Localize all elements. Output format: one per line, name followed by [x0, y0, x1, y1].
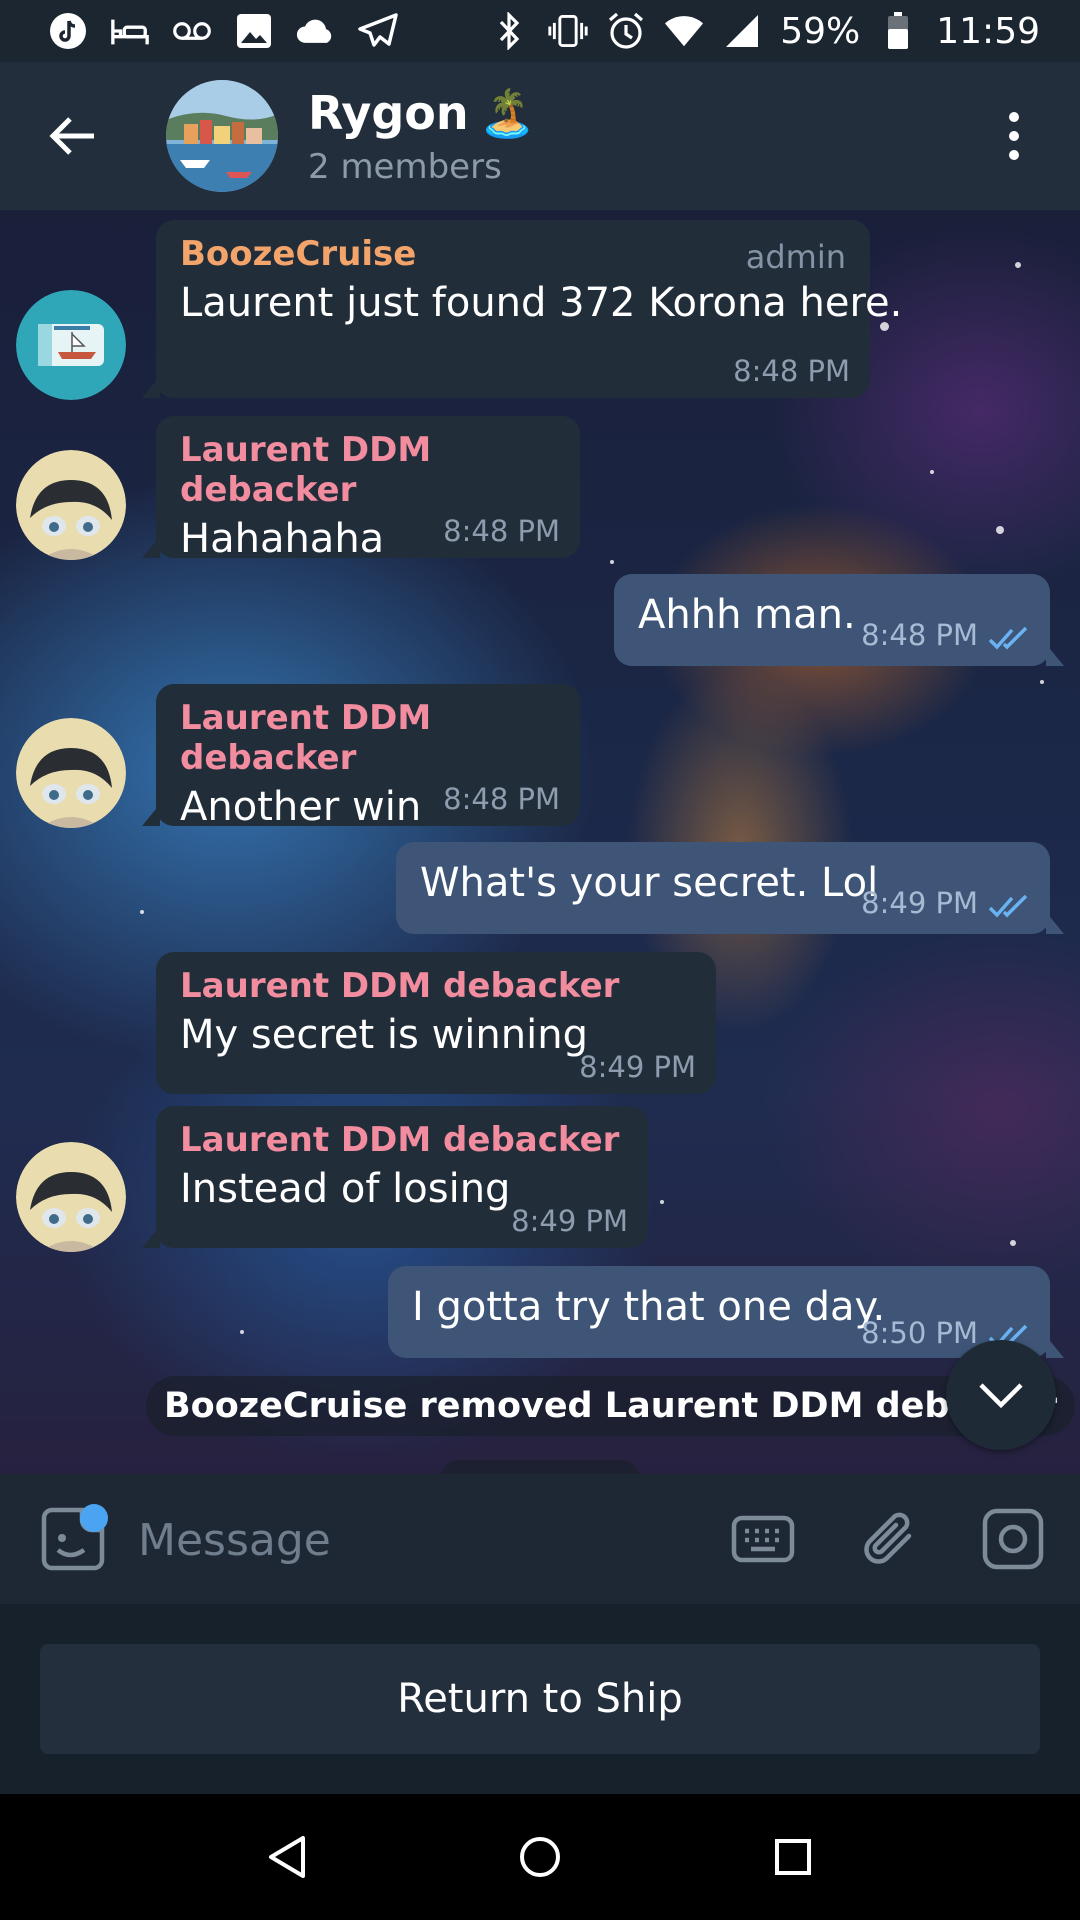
notification-icons — [48, 11, 398, 51]
bottom-action-area: Return to Ship — [0, 1604, 1080, 1794]
sender-name[interactable]: Laurent DDM debacker — [180, 966, 692, 1006]
message-time: 8:49 PM — [579, 1050, 696, 1084]
attach-button[interactable] — [858, 1506, 924, 1572]
boozecruise-avatar[interactable] — [16, 290, 126, 400]
message-bubble-5[interactable]: What's your secret. Lol 8:49 PM — [396, 842, 1064, 934]
sender-name[interactable]: Laurent DDM debacker — [180, 1120, 624, 1160]
group-avatar[interactable] — [166, 80, 278, 192]
more-options-button[interactable] — [984, 100, 1044, 172]
bluetooth-icon — [490, 11, 530, 51]
voicemail-icon — [172, 11, 212, 51]
date-pill-partial — [440, 1460, 640, 1474]
double-check-icon — [988, 626, 1028, 650]
nav-recents-button[interactable] — [753, 1817, 833, 1897]
message-bubble-6[interactable]: Laurent DDM debacker My secret is winnin… — [156, 952, 716, 1094]
keyboard-button[interactable] — [730, 1506, 796, 1572]
chevron-down-icon — [979, 1383, 1023, 1409]
chat-title-text: Rygon — [308, 86, 469, 140]
signal-icon — [722, 11, 762, 51]
bed-icon — [110, 11, 150, 51]
scroll-down-button[interactable] — [946, 1340, 1056, 1450]
circle-home-icon — [519, 1837, 560, 1877]
return-to-ship-button[interactable]: Return to Ship — [40, 1644, 1040, 1754]
member-count: 2 members — [308, 146, 502, 187]
battery-icon — [878, 11, 918, 51]
nav-back-button[interactable] — [247, 1817, 327, 1897]
camera-icon — [982, 1508, 1044, 1570]
message-bubble-7[interactable]: Laurent DDM debacker Instead of losing 8… — [142, 1106, 648, 1248]
sender-name[interactable]: Laurent DDM debacker — [180, 698, 556, 778]
status-bar: 59% 11:59 — [0, 0, 1080, 62]
system-status-icons: 59% 11:59 — [490, 11, 1040, 52]
telegram-icon — [358, 11, 398, 51]
image-icon — [234, 11, 274, 51]
laurent-avatar[interactable] — [16, 1142, 126, 1252]
message-time: 8:49 PM — [511, 1204, 628, 1238]
admin-badge: admin — [745, 238, 846, 276]
message-time: 8:48 PM — [861, 618, 978, 652]
chat-messages-area[interactable]: BoozeCruise admin Laurent just found 372… — [0, 210, 1080, 1474]
message-bubble-3[interactable]: Ahhh man. 8:48 PM — [614, 574, 1064, 666]
paperclip-icon — [864, 1512, 912, 1564]
vibrate-icon — [548, 11, 588, 51]
camera-button[interactable] — [980, 1506, 1046, 1572]
laurent-avatar[interactable] — [16, 718, 126, 828]
battery-percentage: 59% — [780, 10, 861, 52]
laurent-avatar[interactable] — [16, 450, 126, 560]
new-stickers-badge — [80, 1504, 108, 1532]
arrow-left-icon — [49, 117, 94, 155]
back-button[interactable] — [36, 100, 108, 172]
cloud-icon — [296, 11, 336, 51]
message-time: 8:48 PM — [443, 514, 560, 548]
message-bubble-2[interactable]: Laurent DDM debacker Hahahaha 8:48 PM — [142, 416, 580, 562]
message-time: 8:49 PM — [861, 886, 978, 920]
keyboard-icon — [731, 1515, 795, 1563]
service-message: BoozeCruise removed Laurent DDM debacker — [146, 1376, 1076, 1436]
double-check-icon — [988, 894, 1028, 918]
chat-title: Rygon 🏝️ — [308, 86, 536, 141]
message-input-bar — [0, 1474, 1080, 1604]
nav-home-button[interactable] — [500, 1817, 580, 1897]
message-input[interactable] — [138, 1508, 698, 1572]
triangle-back-icon — [268, 1836, 305, 1878]
sender-name[interactable]: Laurent DDM debacker — [180, 430, 556, 510]
chat-title-block[interactable]: Rygon 🏝️ 2 members — [308, 86, 536, 187]
message-bubble-8[interactable]: I gotta try that one day. 8:50 PM — [388, 1266, 1064, 1358]
island-emoji: 🏝️ — [478, 85, 536, 140]
square-recents-icon — [775, 1839, 812, 1875]
system-navigation-bar — [0, 1794, 1080, 1920]
chat-header: Rygon 🏝️ 2 members — [0, 62, 1080, 210]
message-time: 8:48 PM — [733, 354, 850, 388]
wifi-icon — [664, 11, 704, 51]
message-bubble-1[interactable]: BoozeCruise admin Laurent just found 372… — [142, 220, 903, 398]
tiktok-icon — [48, 11, 88, 51]
message-time: 8:50 PM — [861, 1316, 978, 1350]
alarm-icon — [606, 11, 646, 51]
dots-vertical-icon — [1009, 112, 1019, 122]
clock: 11:59 — [936, 10, 1040, 52]
message-bubble-4[interactable]: Laurent DDM debacker Another win 8:48 PM — [142, 684, 580, 830]
message-text: Laurent just found 372 Korona here. — [180, 280, 903, 326]
message-time: 8:48 PM — [443, 782, 560, 816]
